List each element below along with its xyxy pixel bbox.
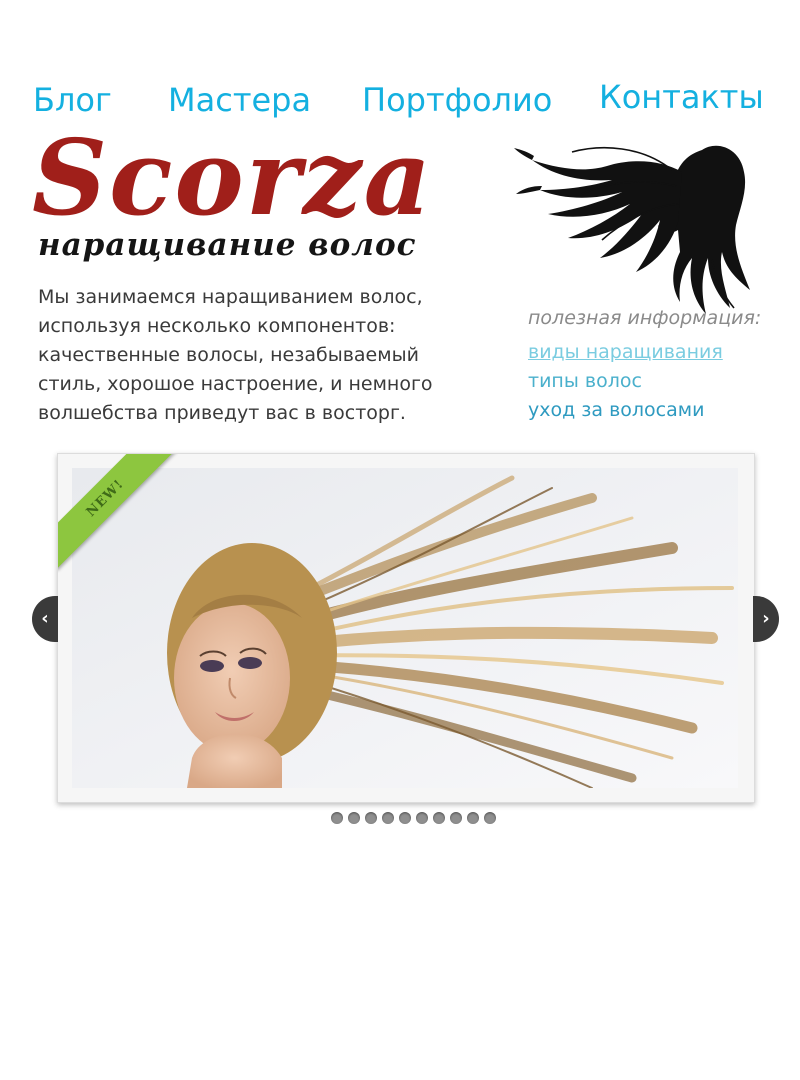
link-extension-types[interactable]: виды наращивания — [528, 338, 723, 367]
brand-tagline: наращивание волос — [38, 227, 417, 263]
image-slider: NEW! — [57, 453, 755, 803]
new-badge-text: NEW! — [83, 476, 127, 520]
chevron-right-icon: › — [762, 608, 770, 629]
slider-dot[interactable] — [399, 812, 411, 824]
slider-dot[interactable] — [484, 812, 496, 824]
slider-dot[interactable] — [416, 812, 428, 824]
nav-link-blog[interactable]: Блог — [33, 80, 112, 120]
link-hair-types[interactable]: типы волос — [528, 367, 723, 396]
intro-text: Мы занимаемся наращиванием волос, исполь… — [38, 286, 433, 424]
useful-info-title: полезная информация: — [528, 307, 762, 329]
nav-link-masters[interactable]: Мастера — [168, 80, 311, 120]
slider-dot[interactable] — [433, 812, 445, 824]
slider-dot[interactable] — [365, 812, 377, 824]
link-hair-care[interactable]: уход за волосами — [528, 396, 723, 425]
slider-dot[interactable] — [467, 812, 479, 824]
chevron-left-icon: ‹ — [41, 608, 49, 629]
slider-pagination — [331, 812, 496, 824]
nav-link-portfolio[interactable]: Портфолио — [362, 80, 552, 120]
slider-dot[interactable] — [348, 812, 360, 824]
nav-link-contacts[interactable]: Контакты — [599, 77, 764, 117]
brand-logo[interactable]: Scorza — [32, 118, 433, 238]
slider-dot[interactable] — [331, 812, 343, 824]
woman-silhouette-icon — [514, 145, 750, 314]
useful-info-links: виды наращивания типы волос уход за воло… — [528, 338, 723, 425]
new-ribbon: NEW! — [58, 454, 178, 574]
slider-prev-button[interactable]: ‹ — [32, 596, 58, 642]
slider-next-button[interactable]: › — [753, 596, 779, 642]
slider-dot[interactable] — [450, 812, 462, 824]
slider-dot[interactable] — [382, 812, 394, 824]
